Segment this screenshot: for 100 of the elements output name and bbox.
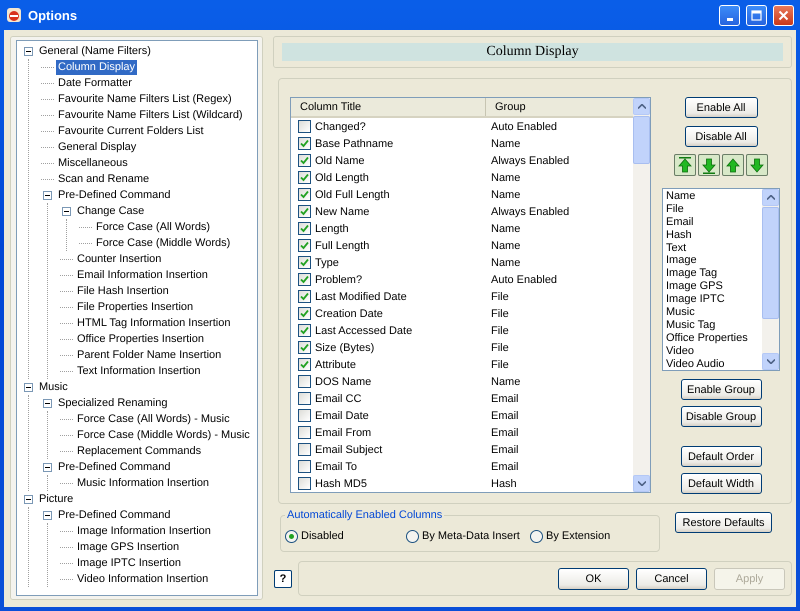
tree-item[interactable]: Email Information Insertion: [75, 268, 210, 282]
checkbox[interactable]: [298, 273, 311, 286]
dialog-button[interactable]: Cancel: [636, 568, 707, 590]
list-item[interactable]: Text: [666, 242, 759, 254]
collapse-icon[interactable]: [24, 46, 32, 56]
scroll-down-icon[interactable]: [766, 359, 774, 364]
checkbox[interactable]: [298, 426, 311, 439]
collapse-icon[interactable]: [62, 206, 70, 216]
list-item[interactable]: Office Properties: [666, 332, 759, 345]
scroll-thumb[interactable]: [633, 116, 650, 164]
list-item[interactable]: Image IPTC: [666, 293, 759, 306]
tree-item[interactable]: Force Case (All Words) - Music: [75, 412, 232, 426]
list-item[interactable]: Name: [666, 190, 759, 203]
tree-item[interactable]: Favourite Current Folders List: [56, 124, 206, 138]
list-item[interactable]: Hash: [666, 228, 759, 242]
checkbox[interactable]: [298, 460, 311, 473]
collapse-icon[interactable]: [24, 382, 32, 392]
minimize-button[interactable]: [719, 4, 740, 26]
tree-item[interactable]: File Properties Insertion: [75, 300, 196, 314]
checkbox[interactable]: [298, 222, 311, 235]
move-bottom-icon[interactable]: [698, 154, 720, 176]
checkbox[interactable]: [298, 154, 311, 167]
tree-item[interactable]: Image Information Insertion: [75, 524, 213, 538]
checkbox[interactable]: [298, 290, 311, 303]
tree-item[interactable]: Parent Folder Name Insertion: [75, 348, 224, 362]
disable-group-button[interactable]: Disable Group: [680, 406, 762, 427]
help-button[interactable]: ?: [274, 570, 292, 588]
scroll-thumb[interactable]: [762, 207, 779, 319]
scroll-up-icon[interactable]: [638, 104, 646, 109]
checkbox[interactable]: [298, 307, 311, 320]
tree-item[interactable]: General Display: [56, 140, 138, 154]
radio-button[interactable]: [530, 530, 543, 542]
list-item[interactable]: Email: [666, 216, 759, 229]
tree-item[interactable]: Replacement Commands: [75, 444, 204, 458]
tree-item[interactable]: General (Name Filters): [37, 44, 153, 58]
close-button[interactable]: [773, 4, 794, 26]
enable-all-button[interactable]: Enable All: [684, 97, 758, 118]
list-item[interactable]: Video: [666, 344, 759, 358]
tree-item[interactable]: Miscellaneous: [56, 156, 130, 170]
checkbox[interactable]: [298, 256, 311, 269]
tree-item[interactable]: Image IPTC Insertion: [75, 556, 183, 570]
tree-item[interactable]: Specialized Renaming: [56, 396, 170, 410]
scroll-up-icon[interactable]: [766, 195, 774, 200]
collapse-icon[interactable]: [42, 398, 52, 408]
column-header[interactable]: Column Title: [291, 98, 486, 116]
tree-item[interactable]: Image GPS Insertion: [75, 540, 182, 554]
radio-button[interactable]: [406, 530, 419, 542]
radio-button[interactable]: [285, 530, 298, 542]
checkbox[interactable]: [298, 188, 311, 201]
tree-item[interactable]: Music Information Insertion: [75, 476, 212, 490]
collapse-icon[interactable]: [42, 190, 52, 200]
tree-item[interactable]: Favourite Name Filters List (Wildcard): [56, 108, 245, 122]
scrollbar[interactable]: [633, 98, 650, 492]
tree-item[interactable]: Video Information Insertion: [75, 572, 210, 586]
checkbox[interactable]: [298, 324, 311, 337]
checkbox[interactable]: [298, 120, 311, 133]
tree-item[interactable]: Date Formatter: [56, 76, 134, 90]
checkbox[interactable]: [298, 392, 311, 405]
list-item[interactable]: Video Audio: [666, 358, 759, 370]
default-width-button[interactable]: Default Width: [680, 473, 762, 494]
tree-item[interactable]: Music: [37, 380, 70, 394]
tree-item[interactable]: Pre-Defined Command: [56, 188, 172, 202]
disable-all-button[interactable]: Disable All: [684, 126, 758, 147]
list-item[interactable]: Music Tag: [666, 318, 759, 332]
checkbox[interactable]: [298, 375, 311, 388]
collapse-icon[interactable]: [24, 494, 32, 504]
checkbox[interactable]: [298, 358, 311, 371]
tree-item[interactable]: Scan and Rename: [56, 172, 152, 186]
tree-item[interactable]: Force Case (Middle Words) - Music: [75, 428, 252, 442]
checkbox[interactable]: [298, 409, 311, 422]
scrollbar[interactable]: [762, 189, 779, 370]
collapse-icon[interactable]: [42, 510, 52, 520]
checkbox[interactable]: [298, 205, 311, 218]
tree-item[interactable]: Favourite Name Filters List (Regex): [56, 92, 234, 106]
checkbox[interactable]: [298, 341, 311, 354]
list-item[interactable]: File: [666, 202, 759, 216]
move-top-icon[interactable]: [674, 154, 696, 176]
tree-item[interactable]: Text Information Insertion: [75, 364, 203, 378]
tree-item[interactable]: Pre-Defined Command: [56, 508, 172, 522]
restore-defaults-button[interactable]: Restore Defaults: [675, 512, 772, 533]
tree-item[interactable]: File Hash Insertion: [75, 284, 171, 298]
tree-item[interactable]: Counter Insertion: [75, 252, 164, 266]
list-item[interactable]: Image GPS: [666, 280, 759, 294]
checkbox[interactable]: [298, 137, 311, 150]
tree-item[interactable]: Column Display: [56, 60, 138, 74]
tree-item[interactable]: HTML Tag Information Insertion: [75, 316, 232, 330]
list-item[interactable]: Image Tag: [666, 267, 759, 280]
column-header[interactable]: Group: [486, 98, 526, 116]
collapse-icon[interactable]: [42, 462, 52, 472]
tree-item[interactable]: Office Properties Insertion: [75, 332, 206, 346]
tree-item[interactable]: Change Case: [75, 204, 146, 218]
checkbox[interactable]: [298, 477, 311, 490]
checkbox[interactable]: [298, 443, 311, 456]
tree-item[interactable]: Force Case (All Words): [94, 220, 212, 234]
checkbox[interactable]: [298, 171, 311, 184]
tree-item[interactable]: Pre-Defined Command: [56, 460, 172, 474]
list-item[interactable]: Music: [666, 306, 759, 319]
maximize-button[interactable]: [746, 4, 767, 26]
tree-item[interactable]: Force Case (Middle Words): [94, 236, 232, 250]
enable-group-button[interactable]: Enable Group: [680, 379, 762, 400]
